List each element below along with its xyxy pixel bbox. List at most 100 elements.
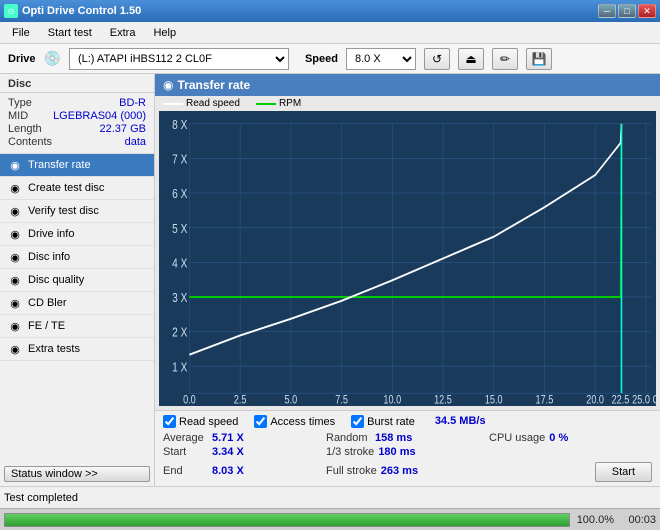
disc-type-key: Type [8,97,32,109]
speed-label: Speed [305,53,338,65]
start-button[interactable]: Start [595,462,652,482]
stat-random-label: Random [326,432,371,444]
sidebar-item-disc-info[interactable]: ◉ Disc info [0,246,154,269]
sidebar-item-label-extra-tests: Extra tests [28,343,80,355]
svg-text:12.5: 12.5 [434,395,452,406]
refresh-button[interactable]: ↺ [424,48,450,70]
svg-text:7 X: 7 X [172,154,187,167]
svg-text:15.0: 15.0 [485,395,503,406]
stat-cpu-value: 0 % [549,432,568,444]
progress-track [4,513,570,527]
checkbox-access-times[interactable]: Access times [254,415,335,428]
sidebar-item-label-disc-quality: Disc quality [28,274,84,286]
checkbox-burst-rate-label: Burst rate [367,416,415,428]
menu-starttest[interactable]: Start test [40,25,100,41]
stat-random-row: Random 158 ms [326,432,489,444]
stats-checkboxes: Read speed Access times Burst rate 34.5 … [163,415,652,428]
drive-icon: 💿 [44,50,61,67]
stat-start-value: 3.34 X [212,446,244,458]
checkbox-read-speed[interactable]: Read speed [163,415,238,428]
legend-read-speed: Read speed [163,98,240,109]
stat-full-stroke-row: Full stroke 263 ms [326,460,489,482]
sidebar-item-create-test-disc[interactable]: ◉ Create test disc [0,177,154,200]
minimize-button[interactable]: ─ [598,4,616,18]
disc-length-row: Length 22.37 GB [8,123,146,135]
stat-1-3-stroke-value: 180 ms [378,446,415,458]
maximize-button[interactable]: □ [618,4,636,18]
stat-start-row: Start 3.34 X [163,446,326,458]
disc-type-val: BD-R [119,97,146,109]
checkbox-access-times-label: Access times [270,416,335,428]
sidebar-item-verify-test-disc[interactable]: ◉ Verify test disc [0,200,154,223]
status-window-button[interactable]: Status window >> [4,466,150,482]
sidebar-item-label-transfer-rate: Transfer rate [28,159,91,171]
eject-button[interactable]: ⏏ [458,48,484,70]
svg-text:8 X: 8 X [172,119,187,132]
speed-select[interactable]: 8.0 X 4.0 X 2.0 X 1.0 X [346,48,416,70]
drive-label: Drive [8,53,36,65]
checkbox-read-speed-input[interactable] [163,415,176,428]
progress-percent: 100.0% [576,514,614,526]
stat-empty-1 [489,446,652,458]
svg-text:3 X: 3 X [172,292,187,305]
menu-help[interactable]: Help [145,25,184,41]
fe-te-icon: ◉ [8,319,22,333]
svg-text:1 X: 1 X [172,361,187,374]
sidebar-item-transfer-rate[interactable]: ◉ Transfer rate [0,154,154,177]
burst-rate-value: 34.5 MB/s [435,415,486,428]
checkbox-access-times-input[interactable] [254,415,267,428]
stat-full-stroke-value: 263 ms [381,465,418,477]
menu-file[interactable]: File [4,25,38,41]
svg-text:10.0: 10.0 [383,395,401,406]
disc-section-label: Disc [0,74,154,93]
sidebar-item-fe-te[interactable]: ◉ FE / TE [0,315,154,338]
legend-read-speed-color [163,103,183,105]
sidebar-item-disc-quality[interactable]: ◉ Disc quality [0,269,154,292]
drive-select[interactable]: (L:) ATAPI iHBS112 2 CL0F [69,48,289,70]
menu-extra[interactable]: Extra [102,25,144,41]
title-bar-left: ⊙ Opti Drive Control 1.50 [4,4,141,18]
sidebar-spacer [0,361,154,462]
svg-text:6 X: 6 X [172,188,187,201]
sidebar-item-extra-tests[interactable]: ◉ Extra tests [0,338,154,361]
content-area: ◉ Transfer rate Read speed RPM [155,74,660,486]
stats-area: Read speed Access times Burst rate 34.5 … [155,410,660,486]
sidebar-item-drive-info[interactable]: ◉ Drive info [0,223,154,246]
legend-rpm-color [256,103,276,105]
menu-bar: File Start test Extra Help [0,22,660,44]
svg-text:25.0 GB: 25.0 GB [632,395,656,406]
drive-bar: Drive 💿 (L:) ATAPI iHBS112 2 CL0F Speed … [0,44,660,74]
disc-mid-key: MID [8,110,28,122]
close-button[interactable]: ✕ [638,4,656,18]
disc-contents-row: Contents data [8,136,146,148]
svg-text:4 X: 4 X [172,257,187,270]
edit-button[interactable]: ✏ [492,48,518,70]
checkbox-burst-rate-input[interactable] [351,415,364,428]
chart-area: 8 X 7 X 6 X 5 X 4 X 3 X 2 X 1 X 0.0 2.5 … [159,111,656,406]
stat-end-row: End 8.03 X [163,460,326,482]
disc-length-val: 22.37 GB [100,123,146,135]
svg-text:17.5: 17.5 [536,395,554,406]
sidebar-item-label-verify-test-disc: Verify test disc [28,205,99,217]
stat-end-label: End [163,465,208,477]
disc-quality-icon: ◉ [8,273,22,287]
sidebar-item-label-create-test-disc: Create test disc [28,182,104,194]
stat-full-stroke-label: Full stroke [326,465,377,477]
disc-type-row: Type BD-R [8,97,146,109]
progress-fill [5,514,569,526]
sidebar-item-cd-bler[interactable]: ◉ CD Bler [0,292,154,315]
title-bar: ⊙ Opti Drive Control 1.50 ─ □ ✕ [0,0,660,22]
chart-header-icon: ◉ [163,78,173,92]
create-test-disc-icon: ◉ [8,181,22,195]
app-title: Opti Drive Control 1.50 [22,5,141,17]
save-button[interactable]: 💾 [526,48,552,70]
drive-info-icon: ◉ [8,227,22,241]
checkbox-burst-rate[interactable]: Burst rate [351,415,415,428]
checkbox-read-speed-label: Read speed [179,416,238,428]
disc-contents-val: data [125,136,146,148]
progress-time: 00:03 [620,514,656,526]
disc-length-key: Length [8,123,42,135]
verify-test-disc-icon: ◉ [8,204,22,218]
start-btn-container: Start [489,460,652,482]
extra-tests-icon: ◉ [8,342,22,356]
